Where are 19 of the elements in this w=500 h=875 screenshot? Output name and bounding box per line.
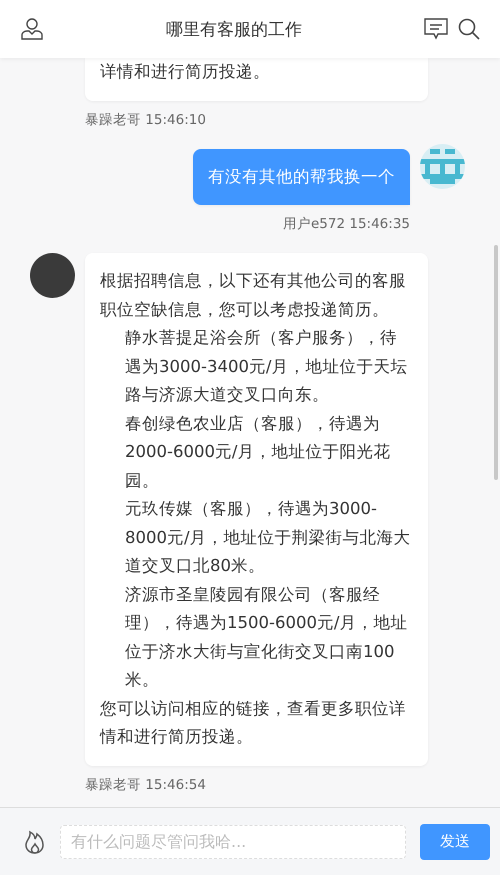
message-text: 详情和进行简历投递。 xyxy=(100,61,271,83)
window-title: 哪里有客服的工作 xyxy=(165,18,303,40)
input-field[interactable]: 有什么问题尽管问我哈... xyxy=(60,824,406,858)
list-item: 春创绿色农业店（客服），待遇为2000-6000元/月，地址位于阳光花园。 xyxy=(124,412,392,492)
list-item: 济源市圣皇陵园有限公司（客服经理），待遇为1500-6000元/月，地址位于济水大街与宣化街交叉口南100米。 xyxy=(124,584,408,691)
message-text: 您可以访问相应的链接，查看更多职位详情和进行简历投递。 xyxy=(100,698,407,748)
message-text: 根据招聘信息，以下还有其他公司的客服职位空缺信息，您可以考虑投递简历。 xyxy=(100,270,407,320)
list-item: 静水菩提足浴会所（客户服务），待遇为3000-3400元/月，地址位于天坛路与济源大道交叉口向东。 xyxy=(124,327,408,406)
message-icon[interactable] xyxy=(424,18,448,40)
search-icon[interactable] xyxy=(458,18,480,40)
user-icon[interactable] xyxy=(20,17,44,41)
flame-icon[interactable] xyxy=(24,830,46,854)
message-meta: 用户e572 15:46:35 xyxy=(283,215,410,233)
message-text: 有没有其他的帮我换一个 xyxy=(208,166,395,188)
message-meta: 暴躁老哥 15:46:10 xyxy=(85,110,206,128)
message-meta: 暴躁老哥 15:46:54 xyxy=(85,776,206,794)
scrollbar[interactable] xyxy=(494,245,498,480)
send-button[interactable]: 发送 xyxy=(420,824,490,860)
list-item: 元玖传媒（客服），待遇为3000-8000元/月，地址位于荆梁街与北海大道交叉口北80米。 xyxy=(124,498,412,577)
